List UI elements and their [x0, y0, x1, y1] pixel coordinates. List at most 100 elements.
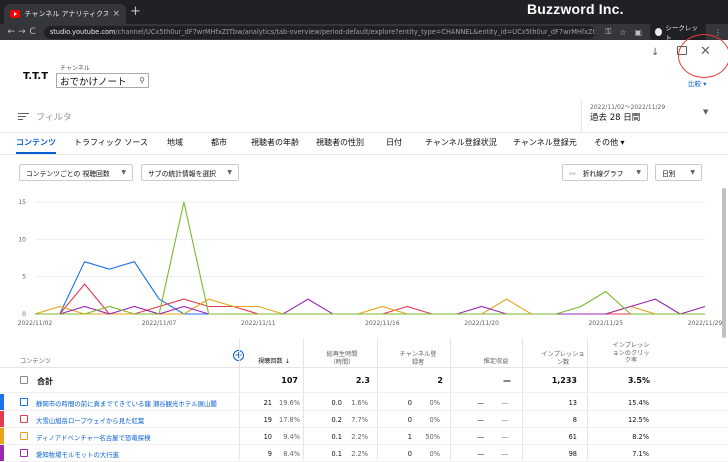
- sidepanel-icon[interactable]: ▣: [634, 28, 642, 37]
- browser-tab-title: チャンネル アナリティクス - YouTube S: [24, 10, 109, 18]
- granularity-label: 日別: [662, 169, 676, 178]
- revenue-percent: —: [501, 399, 508, 407]
- y-tick-label: 5: [22, 274, 26, 281]
- row-color-stripe: [0, 411, 4, 427]
- watch-time-value: 0.0: [331, 399, 343, 407]
- download-icon[interactable]: ↓: [651, 47, 659, 58]
- tab-geography[interactable]: 地域: [167, 137, 183, 148]
- watch-time-value: 0.1: [331, 433, 343, 441]
- filter-icon[interactable]: [18, 113, 29, 122]
- col-header-content: コンテンツ: [20, 358, 51, 365]
- filter-input[interactable]: フィルタ: [36, 110, 72, 123]
- ctr-value: 8.2%: [632, 433, 649, 441]
- chevron-down-icon: ▼: [690, 169, 695, 176]
- row-checkbox[interactable]: [20, 398, 28, 406]
- granularity-select[interactable]: 日別 ▼: [655, 164, 702, 181]
- y-tick-label: 0: [22, 311, 26, 318]
- table-header: コンテンツ + 視聴回数 ↓ 総再生時間 （時間） チャンネル登 録者 推定収益…: [0, 338, 728, 368]
- x-tick-label: 2022/11/07: [142, 320, 177, 327]
- tab-city[interactable]: 都市: [211, 137, 227, 148]
- secondary-metric-label: サブの統計情報を選択: [148, 169, 216, 178]
- incognito-icon: [655, 28, 663, 36]
- col-header-revenue[interactable]: 推定収益: [468, 358, 524, 366]
- row-checkbox[interactable]: [20, 449, 28, 457]
- impressions-value: 8: [572, 416, 577, 424]
- dimension-tabs: コンテンツ トラフィック ソース 地域 都市 視聴者の年齢 視聴者の性別 日付 …: [0, 133, 728, 155]
- impressions-value: 13: [568, 399, 577, 407]
- youtube-favicon-icon: [10, 10, 20, 18]
- search-icon[interactable]: ⚲: [139, 76, 145, 85]
- date-period-label: 過去 28 日間: [590, 113, 641, 123]
- revenue-value: —: [477, 399, 484, 407]
- views-percent: 8.4%: [283, 450, 300, 458]
- url-input[interactable]: studio.youtube.com/channel/UCx5th0ur_dF7…: [43, 25, 596, 39]
- table-row[interactable]: 大雪山旭岳ロープウェイから見た紅葉 19 17.8% 0.2 7.7% 0 0% — — 8 12.…: [0, 411, 728, 428]
- channel-search-input[interactable]: おでかけノート ⚲: [56, 73, 149, 88]
- subscribers-percent: 50%: [425, 433, 440, 441]
- views-value: 9: [267, 450, 272, 458]
- tab-close-icon[interactable]: ×: [112, 9, 120, 19]
- watch-time-percent: 2.2%: [351, 450, 368, 458]
- tab-more[interactable]: その他 ▾: [594, 137, 625, 148]
- secondary-metric-select[interactable]: サブの統計情報を選択 ▼: [141, 164, 239, 181]
- ctr-value: 7.1%: [632, 450, 649, 458]
- star-icon[interactable]: ☆: [619, 28, 626, 37]
- row-checkbox[interactable]: [20, 415, 28, 423]
- total-views: 107: [281, 376, 298, 385]
- date-range-text: 2022/11/02～2022/11/29: [590, 104, 666, 111]
- video-title-link[interactable]: 愛知牧場モルモットの大行進: [36, 450, 119, 459]
- revenue-value: —: [477, 450, 484, 458]
- x-tick-label: 2022/11/29: [688, 320, 723, 327]
- channel-caption: チャンネル: [60, 65, 90, 72]
- ctr-value: 15.4%: [628, 399, 649, 407]
- key-icon[interactable]: ⚿: [605, 27, 611, 37]
- date-range-picker[interactable]: 2022/11/02～2022/11/29 過去 28 日間 ▼: [581, 100, 728, 132]
- tab-content[interactable]: コンテンツ: [16, 137, 56, 148]
- col-header-ctr[interactable]: インプレッシ ョンのクリッ ク率: [603, 342, 659, 365]
- col-header-views[interactable]: 視聴回数 ↓: [258, 358, 290, 366]
- video-title-link[interactable]: 静岡市の時間の前に真までてきている龍 潮谷観光ホテル展山閣: [36, 399, 217, 408]
- series-line-2: [35, 283, 705, 315]
- col-header-watch-time[interactable]: 総再生時間 （時間）: [314, 351, 370, 366]
- col-header-impressions[interactable]: インプレッショ ン数: [535, 351, 591, 366]
- total-ctr: 3.5%: [627, 376, 650, 385]
- tab-viewer-gender[interactable]: 視聴者の性別: [316, 137, 364, 148]
- watch-time-value: 0.1: [331, 450, 343, 458]
- channel-logo: T.T.T: [23, 71, 49, 82]
- scrollbar[interactable]: [722, 188, 726, 338]
- total-checkbox[interactable]: [20, 376, 28, 384]
- video-title-link[interactable]: 大雪山旭岳ロープウェイから見た紅葉: [36, 416, 144, 425]
- total-impressions: 1,233: [551, 376, 577, 385]
- tab-viewer-age[interactable]: 視聴者の年齢: [251, 137, 299, 148]
- table-row[interactable]: ディノアドベンチャー名古屋で恐竜探検 10 9.4% 0.1 2.2% 1 50% — — 61 8…: [0, 428, 728, 445]
- chart-type-select[interactable]: 〰 折れ線グラフ ▼: [562, 164, 648, 181]
- views-percent: 9.4%: [283, 433, 300, 441]
- tab-subscription-source[interactable]: チャンネル登録元: [513, 137, 577, 148]
- tab-date[interactable]: 日付: [386, 137, 402, 148]
- video-title-link[interactable]: ディノアドベンチャー名古屋で恐竜探検: [36, 433, 151, 442]
- series-line-4: [35, 298, 706, 315]
- views-value: 10: [263, 433, 272, 441]
- tab-subscription-status[interactable]: チャンネル登録状況: [425, 137, 497, 148]
- back-icon[interactable]: ←: [6, 27, 17, 37]
- row-checkbox[interactable]: [20, 432, 28, 440]
- watch-time-percent: 7.7%: [351, 416, 368, 424]
- subscribers-value: 0: [407, 416, 412, 424]
- subscribers-value: 0: [407, 399, 412, 407]
- new-tab-button[interactable]: +: [130, 5, 141, 19]
- col-header-subscribers[interactable]: チャンネル登 録者: [390, 351, 446, 366]
- browser-tab[interactable]: チャンネル アナリティクス - YouTube S ×: [4, 4, 126, 24]
- metric-select[interactable]: コンテンツごとの 視聴回数 ▼: [19, 164, 133, 181]
- subscribers-value: 1: [407, 433, 412, 441]
- table-row[interactable]: 愛知牧場モルモットの大行進 9 8.4% 0.1 2.2% 0 0% — — 98 7.1%: [0, 445, 728, 462]
- tab-traffic-source[interactable]: トラフィック ソース: [74, 137, 148, 148]
- compare-link[interactable]: 比較 ▾: [688, 78, 706, 88]
- brand-watermark: Buzzword Inc.: [527, 1, 624, 17]
- table-row[interactable]: 静岡市の時間の前に真までてきている龍 潮谷観光ホテル展山閣 21 19.6% 0.0 1…: [0, 394, 728, 411]
- channel-name: おでかけノート: [60, 76, 127, 88]
- x-tick-label: 2022/11/02: [18, 320, 53, 327]
- forward-icon[interactable]: →: [17, 27, 28, 37]
- highlight-circle-annotation: [678, 34, 728, 78]
- metric-select-label: コンテンツごとの 視聴回数: [26, 169, 110, 178]
- reload-icon[interactable]: C: [27, 27, 38, 37]
